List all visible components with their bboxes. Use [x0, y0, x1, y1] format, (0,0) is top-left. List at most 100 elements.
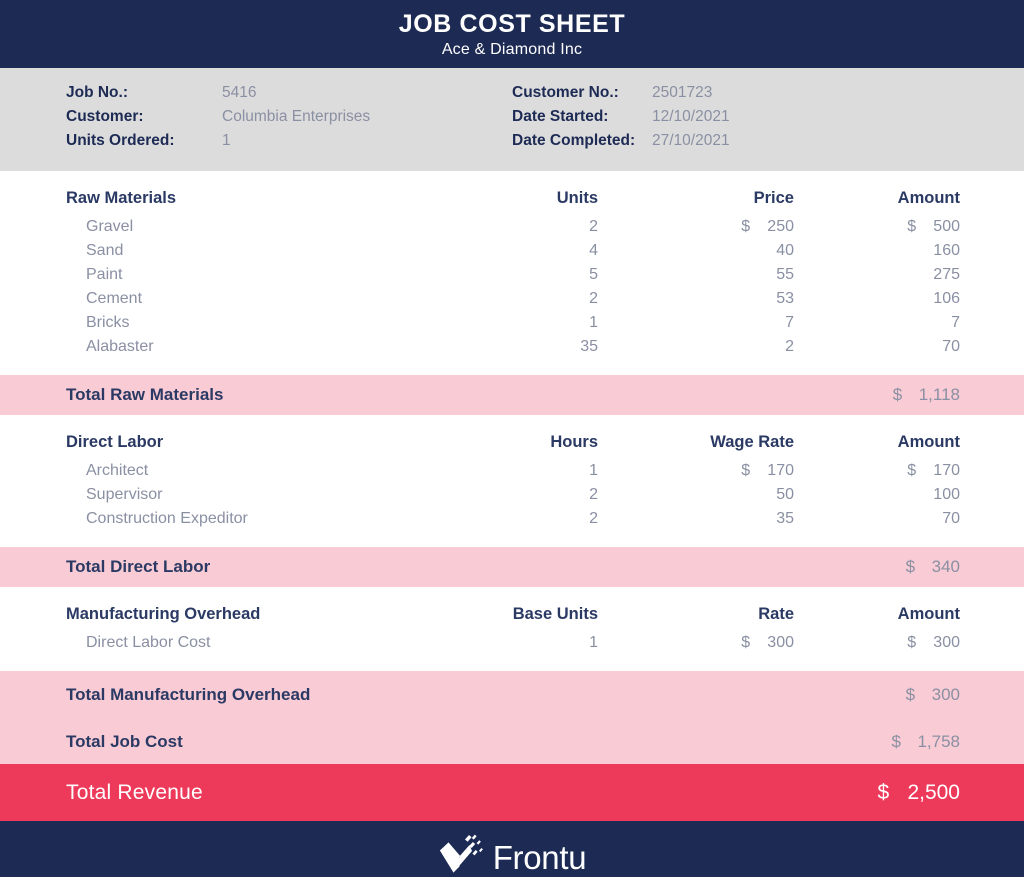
total-manufacturing-overhead-amount: $300: [794, 685, 960, 705]
item-rate: $300: [598, 634, 794, 652]
currency-symbol: $: [907, 218, 917, 235]
frontu-logo: Frontu: [438, 833, 587, 877]
spacer-below-raw-materials: [0, 362, 1024, 375]
raw-materials-header-row: Raw Materials Units Price Amount: [66, 189, 960, 218]
total-job-cost-label: Total Job Cost: [66, 731, 183, 751]
total-direct-labor-row: Total Direct Labor $340: [66, 547, 960, 587]
item-amount: 275: [794, 266, 960, 284]
info-label-date-completed: Date Completed:: [512, 132, 636, 149]
info-value-customer: Columbia Enterprises: [222, 108, 371, 125]
item-amount: $500: [794, 218, 960, 236]
total-raw-materials-amount: $1,118: [794, 385, 960, 405]
table-row: Construction Expeditor 2 35 70: [66, 510, 960, 534]
item-units: 1: [589, 314, 598, 331]
total-revenue-amount: $2,500: [760, 781, 960, 805]
price-value: 7: [785, 314, 794, 331]
item-amount: 106: [794, 290, 960, 308]
manufacturing-overhead-section: Manufacturing Overhead Base Units Rate A…: [0, 605, 1024, 658]
direct-labor-title: Direct Labor: [66, 433, 164, 451]
direct-labor-col-amount: Amount: [897, 433, 960, 451]
table-row: Sand 4 40 160: [66, 242, 960, 266]
amount-value: 340: [931, 557, 960, 576]
table-row: Direct Labor Cost 1 $300 $300: [66, 634, 960, 658]
item-amount: 7: [794, 314, 960, 332]
currency-symbol: $: [905, 557, 916, 576]
item-price: 55: [598, 266, 794, 284]
amount-value: 275: [933, 266, 960, 283]
overhead-header-row: Manufacturing Overhead Base Units Rate A…: [66, 605, 960, 634]
total-raw-materials-label: Total Raw Materials: [66, 385, 224, 404]
document-footer: Frontu: [0, 821, 1024, 877]
info-value-date-started: 12/10/2021: [652, 108, 730, 125]
rate-value: 170: [767, 462, 794, 479]
table-row: Supervisor 2 50 100: [66, 486, 960, 510]
raw-materials-col-price: Price: [753, 189, 794, 207]
table-row: Paint 5 55 275: [66, 266, 960, 290]
info-label-customer: Customer:: [66, 108, 144, 125]
amount-value: 7: [951, 314, 960, 331]
info-row-job-no: Job No.: 5416: [66, 84, 466, 108]
info-row-date-started: Date Started: 12/10/2021: [512, 108, 730, 132]
currency-symbol: $: [741, 462, 751, 479]
info-value-customer-no: 2501723: [652, 84, 713, 101]
spacer-above-direct-labor: [0, 415, 1024, 433]
currency-symbol: $: [741, 634, 751, 651]
item-base-units: 1: [589, 634, 598, 651]
currency-symbol: $: [741, 218, 751, 235]
total-direct-labor-label: Total Direct Labor: [66, 557, 211, 576]
total-direct-labor-amount: $340: [794, 557, 960, 577]
info-value-units-ordered: 1: [222, 132, 231, 149]
info-label-customer-no: Customer No.:: [512, 84, 619, 101]
currency-symbol: $: [877, 780, 890, 804]
currency-symbol: $: [907, 462, 917, 479]
total-revenue-bar: Total Revenue $2,500: [0, 764, 1024, 821]
info-label-job-no: Job No.:: [66, 84, 128, 101]
rate-value: 35: [776, 510, 794, 527]
direct-labor-col-hours: Hours: [550, 433, 598, 451]
item-price: 53: [598, 290, 794, 308]
spacer-below-overhead: [0, 658, 1024, 671]
direct-labor-header-row: Direct Labor Hours Wage Rate Amount: [66, 433, 960, 462]
total-job-cost-amount: $1,758: [794, 732, 960, 752]
item-label: Architect: [86, 462, 149, 479]
item-label: Gravel: [86, 218, 134, 235]
page-title: JOB COST SHEET: [398, 10, 626, 39]
amount-value: 170: [933, 462, 960, 479]
item-price: 2: [598, 338, 794, 356]
item-price: 40: [598, 242, 794, 260]
amount-value: 1,758: [917, 731, 960, 751]
item-units: 2: [589, 218, 598, 235]
total-raw-materials-band: Total Raw Materials $1,118: [0, 375, 1024, 415]
spacer-above-raw-materials: [0, 171, 1024, 189]
table-row: Alabaster 35 2 70: [66, 338, 960, 362]
raw-materials-title: Raw Materials: [66, 189, 177, 207]
total-manufacturing-overhead-row: Total Manufacturing Overhead $300: [66, 671, 960, 719]
item-units: 35: [580, 338, 598, 355]
rate-value: 50: [776, 486, 794, 503]
item-wage-rate: 50: [598, 486, 794, 504]
spacer-below-direct-labor: [0, 534, 1024, 547]
frontu-wordmark: Frontu: [492, 839, 587, 876]
total-revenue-label: Total Revenue: [66, 780, 203, 804]
amount-value: 300: [933, 634, 960, 651]
item-hours: 2: [589, 510, 598, 527]
item-wage-rate: $170: [598, 462, 794, 480]
total-raw-materials-row: Total Raw Materials $1,118: [66, 375, 960, 415]
item-label: Sand: [86, 242, 124, 259]
item-amount: 160: [794, 242, 960, 260]
amount-value: 500: [933, 218, 960, 235]
job-info-right-column: Customer No.: 2501723 Date Started: 12/1…: [512, 84, 730, 171]
info-row-customer: Customer: Columbia Enterprises: [66, 108, 466, 132]
currency-symbol: $: [892, 385, 903, 404]
price-value: 55: [776, 266, 794, 283]
amount-value: 100: [933, 486, 960, 503]
overhead-title: Manufacturing Overhead: [66, 605, 261, 623]
spacer-above-overhead: [0, 587, 1024, 605]
table-row: Gravel 2 $250 $500: [66, 218, 960, 242]
direct-labor-section: Direct Labor Hours Wage Rate Amount Arch…: [0, 433, 1024, 534]
total-manufacturing-overhead-label: Total Manufacturing Overhead: [66, 685, 311, 704]
amount-value: 2,500: [907, 780, 960, 804]
info-row-units-ordered: Units Ordered: 1: [66, 132, 466, 156]
item-amount: $170: [794, 462, 960, 480]
price-value: 250: [767, 218, 794, 235]
